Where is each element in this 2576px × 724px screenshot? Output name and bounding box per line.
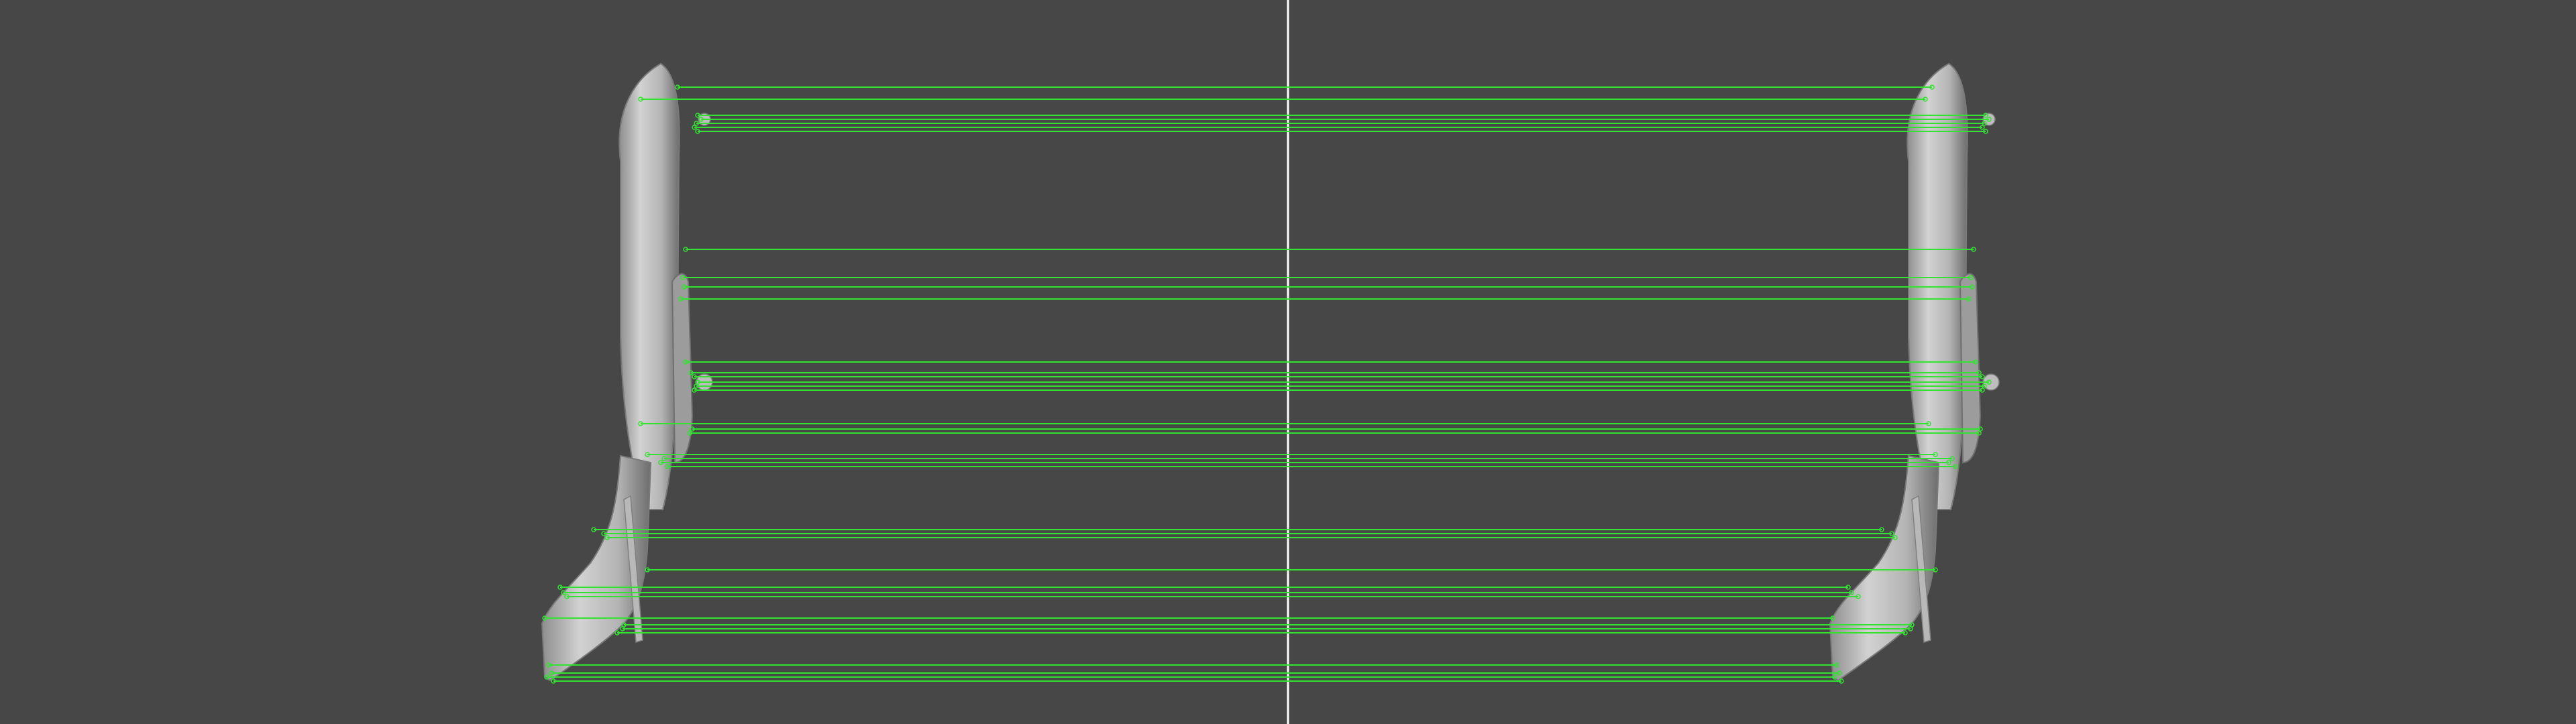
feature-match-view bbox=[0, 0, 2576, 724]
feature-match-canvas bbox=[541, 0, 2000, 724]
left-model-side-fin bbox=[671, 273, 694, 464]
left-model-upper-body bbox=[619, 62, 680, 510]
feature-match-lines bbox=[542, 84, 1992, 684]
